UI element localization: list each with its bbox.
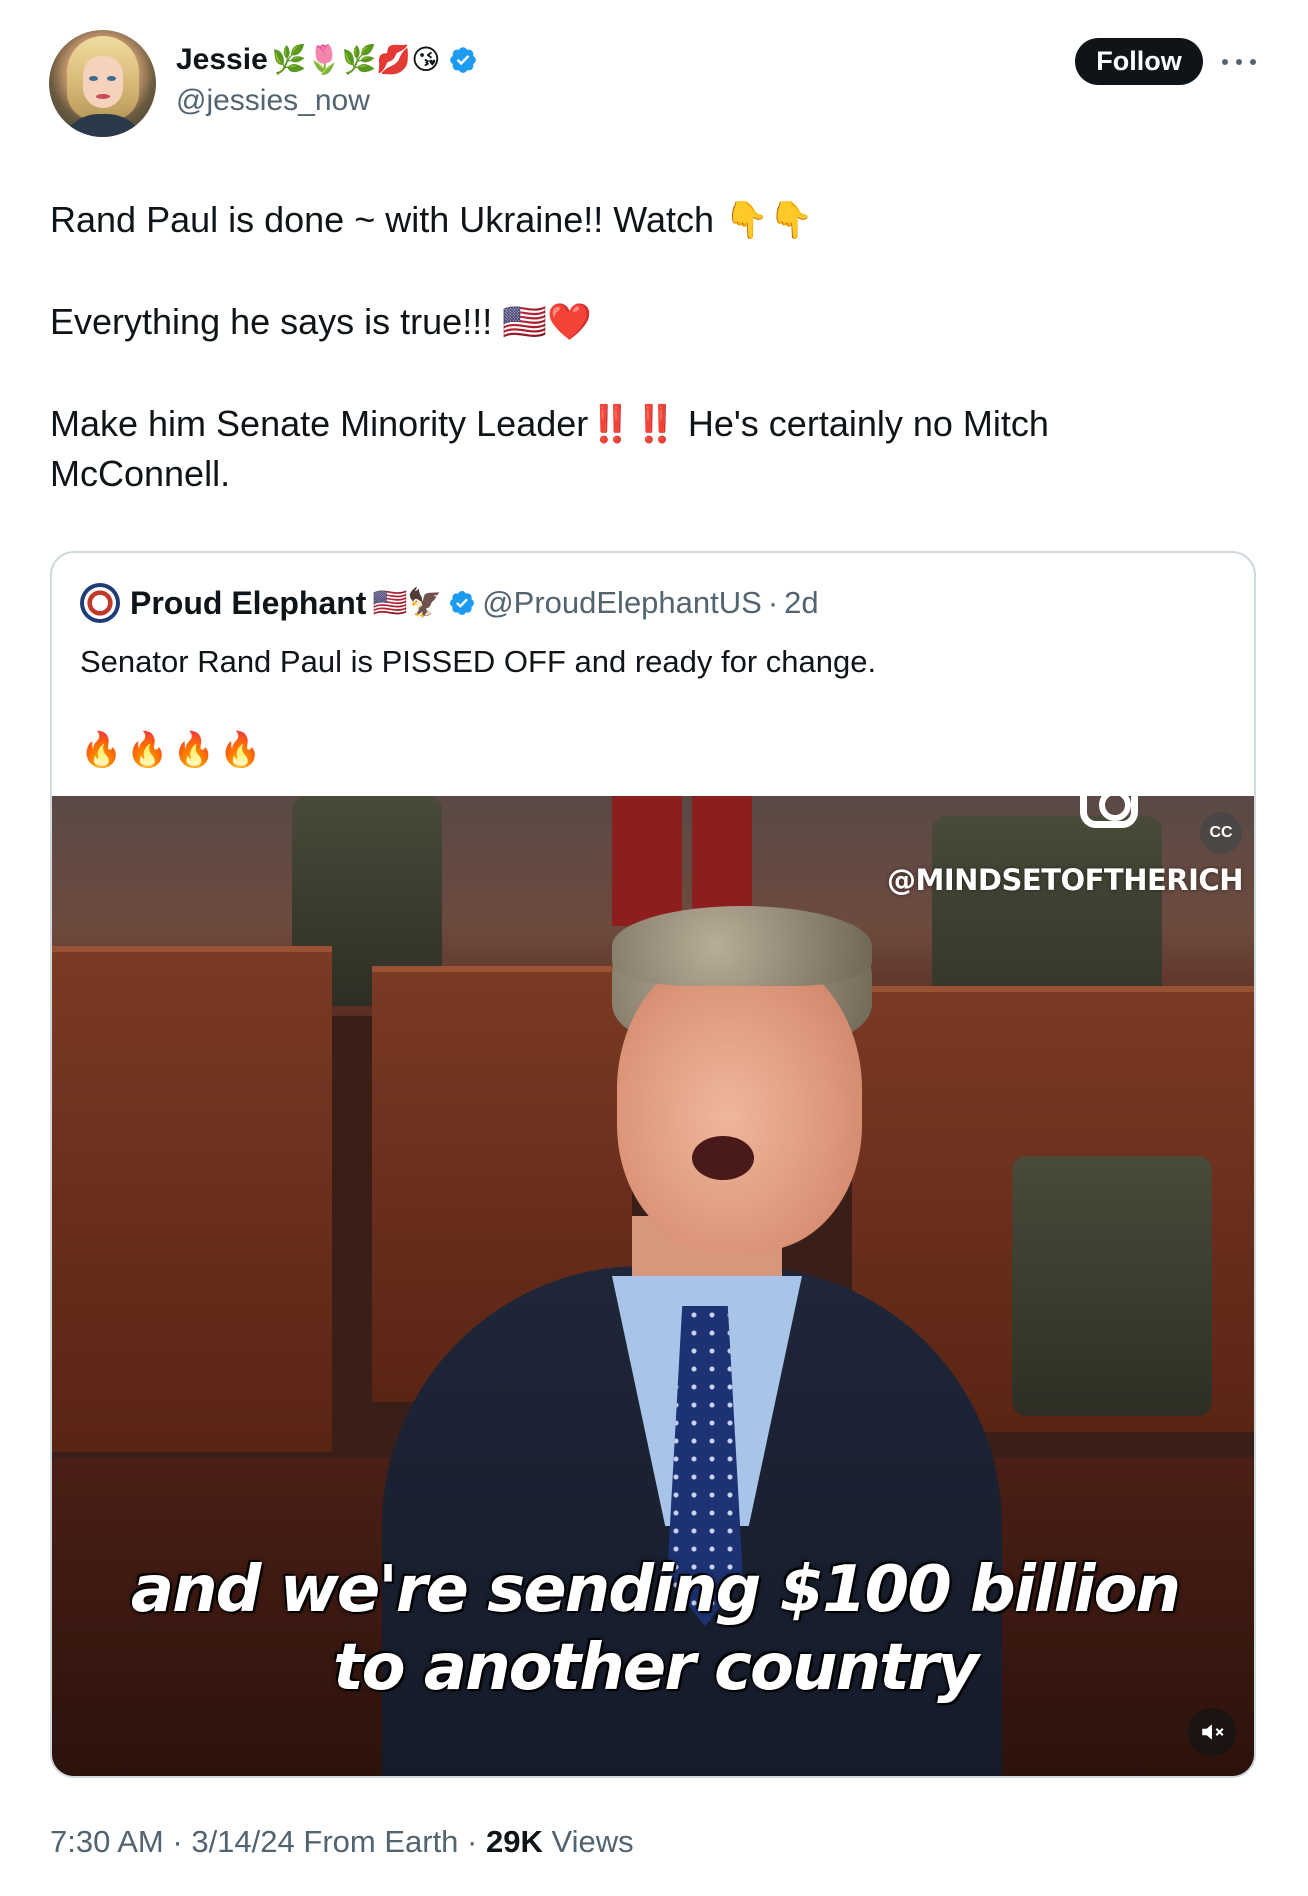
- video-player[interactable]: @MINDSETOFTHERICH CC and we're sending $…: [52, 796, 1254, 1776]
- author-name-emojis: 🌿🌷🌿💋😘: [271, 43, 441, 76]
- author-display-name[interactable]: Jessie: [176, 43, 268, 77]
- quoted-timestamp[interactable]: 2d: [784, 585, 818, 621]
- video-caption: and we're sending $100 billion to anothe…: [52, 1551, 1254, 1707]
- quoted-author-avatar[interactable]: [80, 583, 120, 623]
- author-handle[interactable]: @jessies_now: [176, 84, 370, 118]
- quoted-tweet-card[interactable]: Proud Elephant 🇺🇸🦅 @ProudElephantUS · 2d…: [50, 551, 1256, 1778]
- views-count: 29K: [486, 1824, 543, 1859]
- tweet-text-line-2: Everything he says is true!!! 🇺🇸❤️: [50, 301, 592, 342]
- quoted-verified-badge-icon: [450, 591, 475, 615]
- video-caption-line-1: and we're sending $100 billion: [130, 1553, 1181, 1627]
- video-desk: [52, 946, 332, 1452]
- video-caption-line-2: to another country: [333, 1631, 979, 1705]
- author-avatar[interactable]: [49, 30, 156, 137]
- quoted-author-name[interactable]: Proud Elephant: [130, 585, 366, 622]
- video-person-head: [617, 951, 862, 1251]
- meta-separator: ·: [172, 1824, 183, 1859]
- mute-toggle-icon[interactable]: [1188, 1708, 1236, 1756]
- tweet-text-line-3b: McConnell.: [50, 453, 231, 494]
- views-label: Views: [551, 1824, 634, 1859]
- meta-separator: ·: [467, 1824, 478, 1859]
- captions-icon[interactable]: CC: [1200, 812, 1242, 854]
- tweet-container: Jessie 🌿🌷🌿💋😘 @jessies_now Follow Rand Pa…: [0, 0, 1308, 1896]
- quoted-author-name-emojis: 🇺🇸🦅: [372, 586, 443, 619]
- video-chair: [1012, 1156, 1212, 1416]
- more-options-icon[interactable]: [1222, 48, 1256, 76]
- quoted-tweet-fire-emojis: 🔥🔥🔥🔥: [80, 730, 266, 770]
- video-watermark: @MINDSETOFTHERICH: [887, 863, 1243, 897]
- tweet-time[interactable]: 7:30 AM: [50, 1824, 164, 1859]
- instagram-icon: [1080, 796, 1138, 828]
- quoted-tweet-text: Senator Rand Paul is PISSED OFF and read…: [80, 644, 877, 679]
- video-curtain: [612, 796, 682, 926]
- quoted-separator: ·: [767, 585, 779, 620]
- quoted-author-handle[interactable]: @ProudElephantUS: [482, 585, 762, 621]
- tweet-text-line-1: Rand Paul is done ~ with Ukraine!! Watch…: [50, 199, 814, 240]
- verified-badge-icon: [450, 47, 477, 73]
- tweet-meta: 7:30 AM · 3/14/24 From Earth · 29K Views: [50, 1824, 634, 1860]
- video-person-mouth: [692, 1136, 754, 1180]
- video-person-hair-top: [612, 906, 872, 986]
- follow-button[interactable]: Follow: [1075, 38, 1203, 85]
- tweet-date[interactable]: 3/14/24: [191, 1824, 294, 1859]
- tweet-source: From Earth: [303, 1824, 459, 1859]
- tweet-text-line-3: Make him Senate Minority Leader‼️‼️ He's…: [50, 399, 1250, 499]
- author-name-row[interactable]: Jessie 🌿🌷🌿💋😘: [176, 40, 478, 80]
- quoted-tweet-header: Proud Elephant 🇺🇸🦅 @ProudElephantUS · 2d: [130, 581, 819, 625]
- tweet-text-line-3a: Make him Senate Minority Leader‼️‼️ He's…: [50, 403, 1049, 444]
